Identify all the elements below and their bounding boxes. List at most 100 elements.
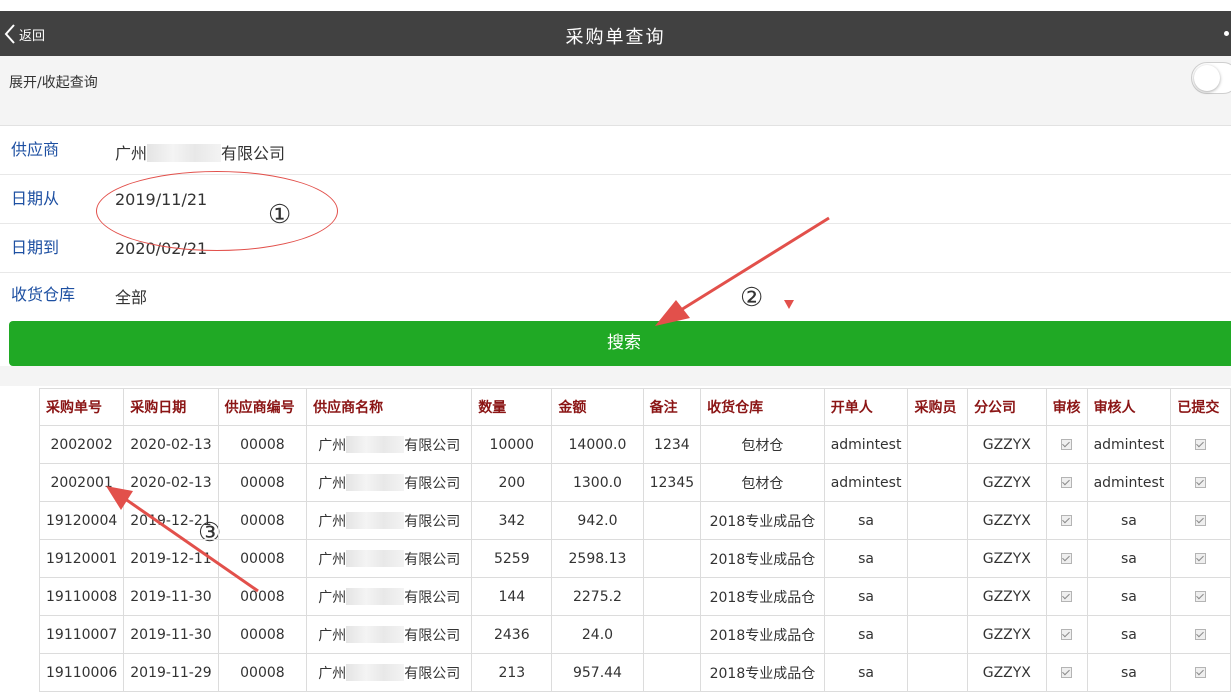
order-number-link[interactable]: 2002001 <box>38 463 125 502</box>
search-button[interactable]: 搜索 <box>9 321 1231 366</box>
order-number-link[interactable]: 19120004 <box>38 501 125 540</box>
supplier-suffix: 有限公司 <box>404 665 461 682</box>
order-date-cell: 2020-02-13 <box>123 463 219 502</box>
table-row[interactable]: 19110008 2019-11-30 00008 广州 有限公司 144 2275.2 20… <box>38 577 1231 616</box>
supplier-code-cell: 00008 <box>217 615 308 654</box>
quantity-cell: 200 <box>471 463 553 502</box>
submitted-checkbox[interactable] <box>1195 667 1207 678</box>
dropdown-triangle-icon[interactable] <box>784 300 794 309</box>
branch-cell: GZZYX <box>967 577 1047 616</box>
table-header-row: 采购单号 采购日期 供应商编号 供应商名称 数量 金额 备注 收货仓库 开单人 采购员 分公司 审核审… <box>38 388 1231 426</box>
note-cell: 12345 <box>642 463 702 502</box>
section-gap <box>0 366 1231 386</box>
table-row[interactable]: 19110007 2019-11-30 00008 广州 有限公司 2436 24.0 201… <box>38 615 1231 654</box>
annotation-two: ② <box>740 283 764 313</box>
submitted-checkbox[interactable] <box>1195 629 1207 640</box>
supplier-name-cell: 广州 有限公司 <box>306 501 473 540</box>
reviewed-checkbox[interactable] <box>1061 553 1073 564</box>
column-header: 已提交 <box>1170 388 1231 426</box>
more-icon[interactable] <box>1224 31 1229 36</box>
column-header: 采购员 <box>907 388 969 426</box>
order-date-cell: 2019-11-30 <box>123 615 219 654</box>
supplier-name-cell: 广州 有限公司 <box>306 463 473 502</box>
warehouse-cell: 2018专业成品仓 <box>700 653 825 692</box>
submitted-cell <box>1170 653 1231 692</box>
column-header: 数量 <box>471 388 553 426</box>
purchase-order-table: 采购单号 采购日期 供应商编号 供应商名称 数量 金额 备注 收货仓库 开单人 采购员 分公司 审核审… <box>38 388 1231 692</box>
quantity-cell: 2436 <box>471 615 553 654</box>
supplier-code-cell: 00008 <box>217 501 308 540</box>
reviewed-checkbox[interactable] <box>1061 591 1073 602</box>
supplier-prefix: 广州 <box>318 551 347 568</box>
reviewed-checkbox[interactable] <box>1061 477 1073 488</box>
submitted-checkbox[interactable] <box>1195 439 1207 450</box>
date-from-label: 日期从 <box>11 189 60 208</box>
reviewed-cell <box>1045 539 1088 578</box>
quantity-cell: 144 <box>471 577 553 616</box>
supplier-prefix: 广州 <box>318 513 347 530</box>
submitted-checkbox[interactable] <box>1195 553 1207 564</box>
supplier-code-cell: 00008 <box>217 653 308 692</box>
warehouse-row[interactable]: 收货仓库 全部 <box>0 273 1231 321</box>
table-row[interactable]: 19110006 2019-11-29 00008 广州 有限公司 213 957.44 20… <box>38 653 1231 692</box>
reviewed-checkbox[interactable] <box>1061 515 1073 526</box>
redacted-blur <box>346 625 405 643</box>
submitted-checkbox[interactable] <box>1195 477 1207 488</box>
table-row[interactable]: 2002002 2020-02-13 00008 广州 有限公司 10000 14000.0… <box>38 425 1231 464</box>
reviewed-checkbox[interactable] <box>1061 439 1073 450</box>
order-number-link[interactable]: 19110008 <box>38 577 125 616</box>
amount-cell: 24.0 <box>551 615 644 654</box>
amount-cell: 942.0 <box>551 501 644 540</box>
reviewed-cell <box>1045 501 1088 540</box>
buyer-cell <box>907 653 969 692</box>
top-strip <box>0 0 1231 11</box>
submitted-cell <box>1170 615 1231 654</box>
page-title: 采购单查询 <box>565 27 666 48</box>
reviewer-cell: admintest <box>1086 425 1172 464</box>
buyer-cell <box>907 463 969 502</box>
buyer-cell <box>907 577 969 616</box>
date-to-label: 日期到 <box>11 238 60 257</box>
reviewer-cell: sa <box>1086 501 1172 540</box>
creator-cell: sa <box>823 539 909 578</box>
column-header: 开单人 <box>823 388 909 426</box>
column-header: 审核人 <box>1086 388 1172 426</box>
navbar: 返回 采购单查询 <box>0 11 1231 56</box>
submitted-checkbox[interactable] <box>1195 591 1207 602</box>
supplier-row[interactable]: 供应商 广州 有限公司 <box>0 126 1231 175</box>
supplier-name-cell: 广州 有限公司 <box>306 577 473 616</box>
creator-cell: sa <box>823 615 909 654</box>
warehouse-label: 收货仓库 <box>11 285 76 304</box>
column-header: 收货仓库 <box>700 388 825 426</box>
creator-cell: admintest <box>823 425 909 464</box>
warehouse-cell: 2018专业成品仓 <box>700 615 825 654</box>
table-row[interactable]: 19120004 2019-12-21 00008 广州 有限公司 342 942.0 201… <box>38 501 1231 540</box>
reviewed-cell <box>1045 425 1088 464</box>
order-number-link[interactable]: 2002002 <box>38 425 125 464</box>
supplier-suffix: 有限公司 <box>404 437 461 454</box>
submitted-cell <box>1170 501 1231 540</box>
redacted-blur <box>346 549 405 567</box>
quantity-cell: 342 <box>471 501 553 540</box>
submitted-checkbox[interactable] <box>1195 515 1207 526</box>
order-date-cell: 2019-12-11 <box>123 539 219 578</box>
order-number-link[interactable]: 19110006 <box>38 653 125 692</box>
column-header: 审核 <box>1045 388 1088 426</box>
annotation-one: ① <box>268 200 292 230</box>
amount-cell: 14000.0 <box>551 425 644 464</box>
warehouse-cell: 2018专业成品仓 <box>700 501 825 540</box>
order-number-link[interactable]: 19110007 <box>38 615 125 654</box>
supplier-name-cell: 广州 有限公司 <box>306 539 473 578</box>
supplier-code-cell: 00008 <box>217 539 308 578</box>
reviewed-checkbox[interactable] <box>1061 629 1073 640</box>
branch-cell: GZZYX <box>967 539 1047 578</box>
table-row[interactable]: 19120001 2019-12-11 00008 广州 有限公司 5259 2598.13… <box>38 539 1231 578</box>
reviewed-checkbox[interactable] <box>1061 667 1073 678</box>
expand-toggle[interactable] <box>1191 62 1231 94</box>
order-number-link[interactable]: 19120001 <box>38 539 125 578</box>
buyer-cell <box>907 425 969 464</box>
supplier-suffix: 有限公司 <box>404 551 461 568</box>
buyer-cell <box>907 539 969 578</box>
reviewer-cell: admintest <box>1086 463 1172 502</box>
table-row[interactable]: 2002001 2020-02-13 00008 广州 有限公司 200 1300.0 123… <box>38 463 1231 502</box>
